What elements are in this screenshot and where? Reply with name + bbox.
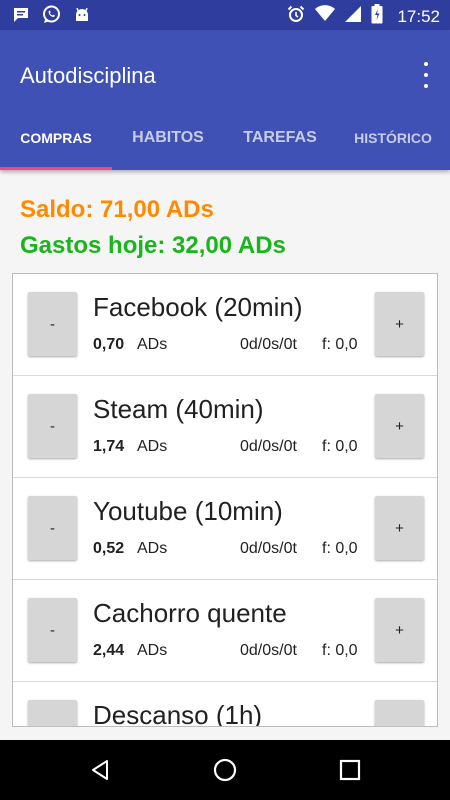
item-frequency: f: 0,0 bbox=[322, 438, 358, 455]
item-unit: ADs bbox=[137, 642, 168, 659]
item-unit: ADs bbox=[137, 438, 168, 455]
overflow-menu-icon[interactable] bbox=[420, 62, 432, 88]
item-price: 0,70 bbox=[93, 336, 125, 353]
item-frequency: f: 0,0 bbox=[322, 642, 358, 659]
item-counts: 0d/0s/0t bbox=[240, 438, 297, 455]
tab-habitos[interactable]: HABITOS bbox=[112, 106, 224, 170]
tab-indicator bbox=[0, 167, 112, 170]
increment-button[interactable]: + bbox=[375, 292, 424, 356]
item-frequency: f: 0,0 bbox=[322, 336, 358, 353]
increment-button[interactable]: + bbox=[375, 394, 424, 458]
decrement-button[interactable]: - bbox=[28, 496, 77, 560]
decrement-button[interactable]: - bbox=[28, 598, 77, 662]
app-title: Autodisciplina bbox=[20, 63, 156, 88]
android-icon bbox=[73, 6, 91, 29]
home-icon[interactable] bbox=[210, 755, 240, 785]
tab-bar: COMPRAS HABITOS TAREFAS HISTÓRICO bbox=[0, 106, 450, 170]
message-icon bbox=[12, 6, 30, 29]
back-icon[interactable] bbox=[85, 755, 115, 785]
status-bar: 17:52 bbox=[0, 0, 450, 30]
item-name: Facebook (20min) bbox=[93, 292, 303, 322]
alarm-icon bbox=[287, 5, 305, 28]
whatsapp-icon bbox=[42, 5, 61, 29]
purchases-list[interactable]: - Facebook (20min) 0,70 ADs 0d/0s/0t f: … bbox=[12, 273, 438, 727]
signal-icon bbox=[345, 5, 362, 28]
recents-icon[interactable] bbox=[335, 755, 365, 785]
item-counts: 0d/0s/0t bbox=[240, 336, 297, 353]
list-item: - Facebook (20min) 0,70 ADs 0d/0s/0t f: … bbox=[13, 274, 437, 376]
list-item: - Steam (40min) 1,74 ADs 0d/0s/0t f: 0,0… bbox=[13, 376, 437, 478]
item-price: 1,74 bbox=[93, 438, 125, 455]
decrement-button[interactable]: - bbox=[28, 700, 77, 726]
app-bar: Autodisciplina COMPRAS HABITOS TAREFAS H… bbox=[0, 30, 450, 170]
item-price: 2,44 bbox=[93, 642, 125, 659]
decrement-button[interactable]: - bbox=[28, 394, 77, 458]
item-unit: ADs bbox=[137, 540, 168, 557]
increment-button[interactable]: + bbox=[375, 700, 424, 726]
wifi-icon bbox=[315, 5, 336, 28]
balance-text: Saldo: 71,00 ADs bbox=[20, 196, 214, 223]
tab-historico[interactable]: HISTÓRICO bbox=[336, 106, 450, 170]
spent-today-text: Gastos hoje: 32,00 ADs bbox=[20, 232, 286, 259]
list-item: - Youtube (10min) 0,52 ADs 0d/0s/0t f: 0… bbox=[13, 478, 437, 580]
item-unit: ADs bbox=[137, 336, 168, 353]
item-frequency: f: 0,0 bbox=[322, 540, 358, 557]
item-name: Descanso (1h) bbox=[93, 700, 263, 727]
tab-compras[interactable]: COMPRAS bbox=[0, 106, 112, 170]
item-counts: 0d/0s/0t bbox=[240, 642, 297, 659]
item-name: Cachorro quente bbox=[93, 598, 287, 628]
increment-button[interactable]: + bbox=[375, 496, 424, 560]
navigation-bar bbox=[0, 740, 450, 800]
item-counts: 0d/0s/0t bbox=[240, 540, 297, 557]
item-name: Youtube (10min) bbox=[93, 496, 283, 526]
increment-button[interactable]: + bbox=[375, 598, 424, 662]
item-price: 0,52 bbox=[93, 540, 125, 557]
clock: 17:52 bbox=[397, 6, 440, 26]
list-item: - Cachorro quente 2,44 ADs 0d/0s/0t f: 0… bbox=[13, 580, 437, 682]
battery-icon bbox=[371, 4, 383, 29]
list-item: - Descanso (1h) + bbox=[13, 682, 437, 727]
decrement-button[interactable]: - bbox=[28, 292, 77, 356]
tab-tarefas[interactable]: TAREFAS bbox=[224, 106, 336, 170]
item-name: Steam (40min) bbox=[93, 394, 264, 424]
